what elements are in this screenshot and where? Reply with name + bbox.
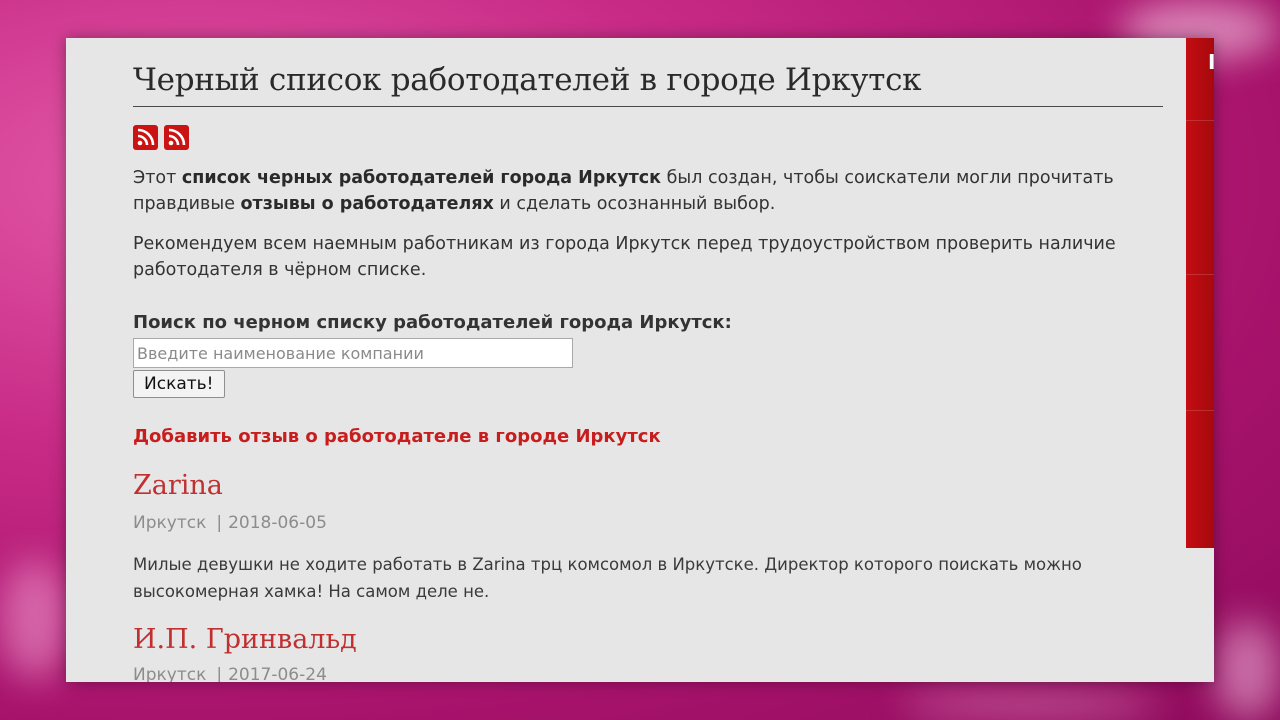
sidebar-divider <box>1186 410 1214 411</box>
review-meta: Иркутск | 2018-06-05 <box>133 513 1163 533</box>
feed-links <box>133 125 1163 151</box>
review-item: Zarina Иркутск | 2018-06-05 Милые девушки … <box>133 469 1163 605</box>
intro-text: Этот <box>133 168 182 188</box>
review-item: И.П. Гринвальд Иркутск | 2017-06-24 <box>133 623 1163 682</box>
sidebar-banner-letter: I <box>1208 50 1214 74</box>
rss-feed-link[interactable] <box>164 125 189 150</box>
sidebar-divider <box>1186 274 1214 275</box>
search-label: Поиск по черном списку работодателей гор… <box>133 312 732 333</box>
review-meta: Иркутск | 2017-06-24 <box>133 665 1163 682</box>
meta-separator: | <box>216 513 223 533</box>
page-title: Черный список работодателей в городе Ирк… <box>133 38 1163 107</box>
review-city: Иркутск <box>133 513 207 533</box>
rss-icon <box>168 128 186 146</box>
sidebar-divider <box>1186 120 1214 121</box>
review-company-link[interactable]: Zarina <box>133 469 1163 503</box>
company-search-input[interactable] <box>133 338 573 368</box>
backdrop-bokeh <box>900 690 1160 720</box>
rss-icon <box>137 128 155 146</box>
recommendation-paragraph: Рекомендуем всем наемным работникам из г… <box>133 234 1116 280</box>
review-company-link[interactable]: И.П. Гринвальд <box>133 623 1163 657</box>
review-date: 2017-06-24 <box>228 665 327 682</box>
intro-bold-text: список черных работодателей города Иркут… <box>181 168 662 188</box>
intro-text: и сделать осознанный выбор. <box>493 194 776 214</box>
meta-separator: | <box>216 665 223 682</box>
intro-bold-text: отзывы о работодателях <box>240 194 494 214</box>
intro-paragraph: Этот список черных работодателей города … <box>133 165 1163 217</box>
review-date: 2018-06-05 <box>228 513 327 533</box>
add-review-link[interactable]: Добавить отзыв о работодателе в городе И… <box>133 426 1163 447</box>
review-text: Милые девушки не ходите работать в Zarin… <box>133 555 1082 601</box>
search-button[interactable]: Искать! <box>133 370 225 398</box>
browser-page: I Черный список работодателей в городе И… <box>66 38 1214 682</box>
review-city: Иркутск <box>133 665 207 682</box>
main-content: Черный список работодателей в городе Ирк… <box>133 38 1163 682</box>
backdrop-bokeh <box>1215 620 1280 720</box>
rss-feed-link[interactable] <box>133 125 158 150</box>
backdrop-bokeh <box>0 560 70 680</box>
sidebar-banner[interactable]: I <box>1186 38 1214 548</box>
